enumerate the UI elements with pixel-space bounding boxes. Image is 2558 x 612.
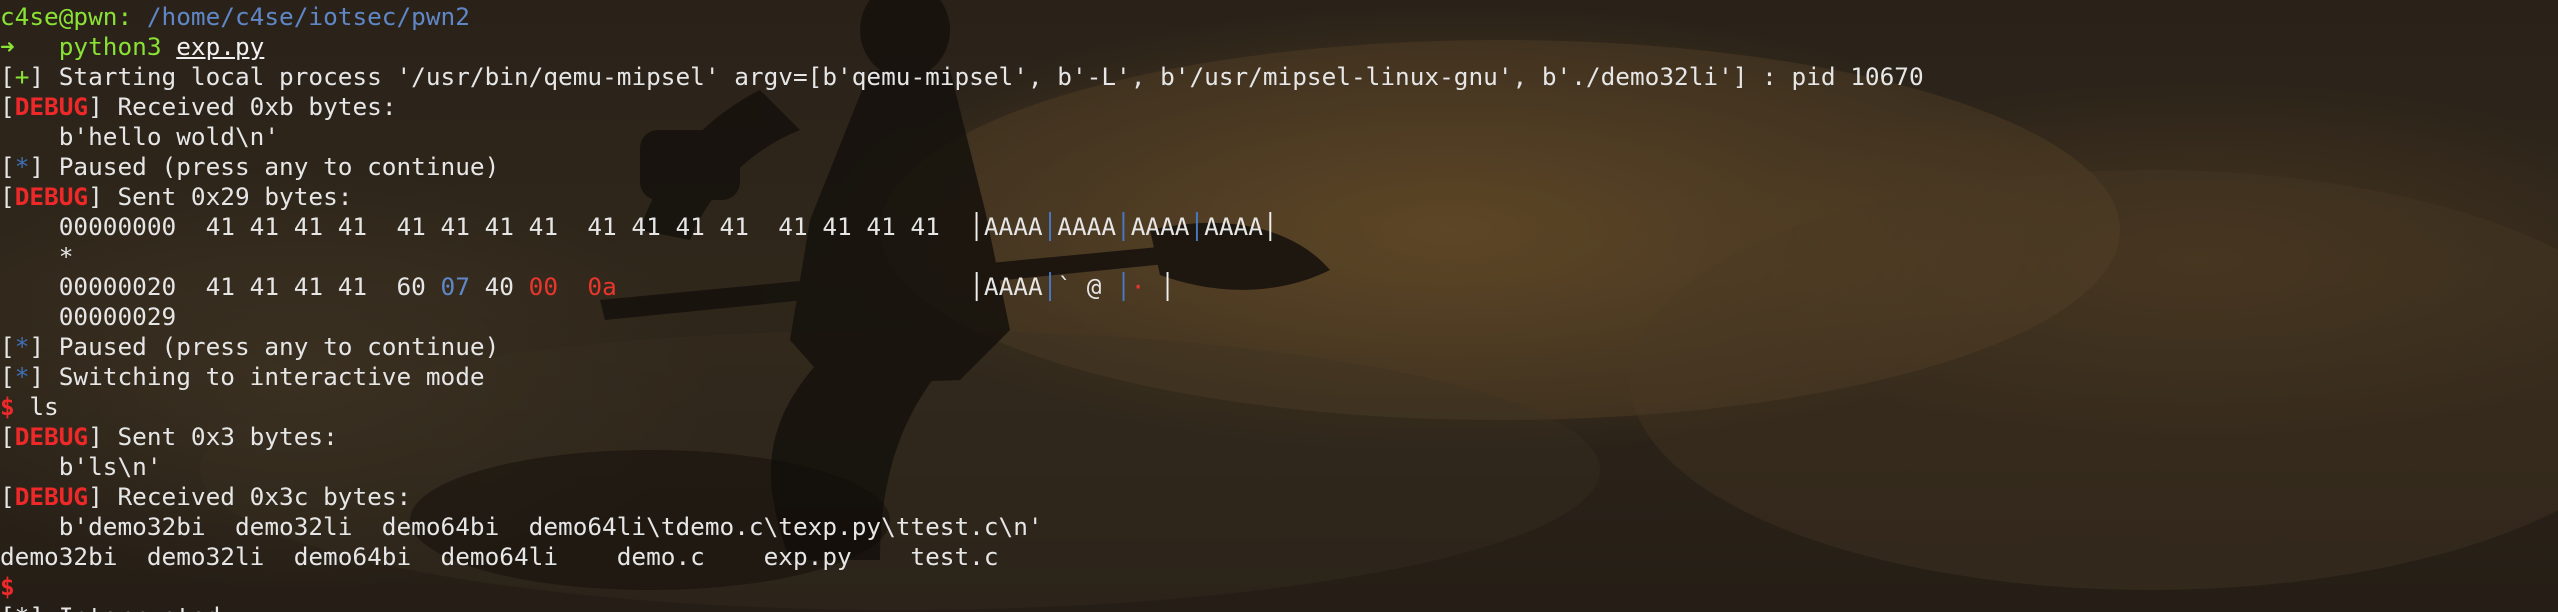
cwd-path: /home/c4se/iotsec/pwn2 (132, 2, 470, 31)
prompt-arrow-icon: ➜ (0, 32, 15, 61)
plus-marker: + (14, 62, 30, 91)
log-starting-process: [+] Starting local process '/usr/bin/qem… (0, 62, 1924, 91)
log-text: Paused (press any to continue) (44, 152, 500, 181)
hexdump-row-1: 00000000 41 41 41 41 41 41 41 41 41 41 4… (0, 212, 1278, 241)
terminal-window[interactable]: c4se@pwn: /home/c4se/iotsec/pwn2 ➜ pytho… (0, 0, 2558, 612)
debug-tag: DEBUG (14, 182, 89, 211)
log-text: Received 0xb bytes: (102, 92, 397, 121)
hex-ascii (1145, 272, 1160, 301)
cwd-line: c4se@pwn: /home/c4se/iotsec/pwn2 (0, 2, 1924, 32)
ls-output: demo32bi demo32li demo64bi demo64li demo… (0, 542, 999, 571)
log-debug-received-1: [DEBUG] Received 0xb bytes: (0, 92, 397, 121)
log-debug-sent-2: [DEBUG] Sent 0x3 bytes: (0, 422, 338, 451)
hex-byte: 00 (528, 272, 559, 301)
command-line-1: ➜ python3 exp.py (0, 32, 1924, 62)
command-text: ls (14, 392, 59, 421)
dollar-prompt: $ (0, 572, 15, 601)
star-marker: * (14, 332, 30, 361)
log-text: Switching to interactive mode (44, 362, 485, 391)
command-program: python3 (58, 32, 162, 61)
debug-tag: DEBUG (14, 482, 89, 511)
interactive-command-ls[interactable]: $ ls (0, 392, 1924, 422)
interactive-prompt[interactable]: $ (0, 572, 1924, 602)
log-text: Sent 0x3 bytes: (102, 422, 338, 451)
debug-tag: DEBUG (14, 92, 89, 121)
log-interrupted-partial: [*] Interrupted (0, 602, 1924, 612)
log-debug-sent-1: [DEBUG] Sent 0x29 bytes: (0, 182, 353, 211)
hex-byte: 07 (440, 272, 470, 301)
log-bytes-ls: b'ls\n' (0, 452, 162, 481)
log-text: Paused (press any to continue) (44, 332, 500, 361)
hex-bytes: 00000020 41 41 41 41 60 (0, 272, 441, 301)
star-marker: * (14, 362, 30, 391)
hex-ascii: ` @ (1057, 272, 1117, 301)
terminal-output: c4se@pwn: /home/c4se/iotsec/pwn2 ➜ pytho… (0, 0, 1924, 612)
log-paused-1: [*] Paused (press any to continue) (0, 152, 500, 181)
log-text: Sent 0x29 bytes: (102, 182, 353, 211)
debug-tag: DEBUG (14, 422, 89, 451)
star-marker: * (14, 152, 30, 181)
hexdump-repeat: * (0, 242, 74, 271)
log-text: Starting local process '/usr/bin/qemu-mi… (44, 62, 1924, 91)
hex-byte: 40 (469, 272, 529, 301)
log-interactive-mode: [*] Switching to interactive mode (0, 362, 485, 391)
dollar-prompt: $ (0, 392, 15, 421)
log-text: Received 0x3c bytes: (102, 482, 412, 511)
hex-ascii: AAAA (1204, 212, 1263, 241)
hexdump-row-2: 00000020 41 41 41 41 60 07 40 00 0a │AAA… (0, 272, 1175, 301)
hex-ascii: · (1130, 272, 1146, 301)
command-file: exp.py (176, 32, 265, 61)
hex-bytes: 00000000 41 41 41 41 41 41 41 41 41 41 4… (0, 212, 970, 241)
user-host: c4se@pwn: (0, 2, 133, 31)
log-debug-received-2: [DEBUG] Received 0x3c bytes: (0, 482, 412, 511)
log-bytes-hello: b'hello wold\n' (0, 122, 280, 151)
hex-ascii: AAAA (983, 272, 1043, 301)
hex-byte: 0a (587, 272, 617, 301)
hex-ascii: AAAA (1130, 212, 1190, 241)
log-paused-2: [*] Paused (press any to continue) (0, 332, 500, 361)
hex-ascii: AAAA (1057, 212, 1117, 241)
hexdump-end: 00000029 (0, 302, 177, 331)
log-bytes-listing: b'demo32bi demo32li demo64bi demo64li\td… (0, 512, 1043, 541)
hex-ascii: AAAA (983, 212, 1043, 241)
